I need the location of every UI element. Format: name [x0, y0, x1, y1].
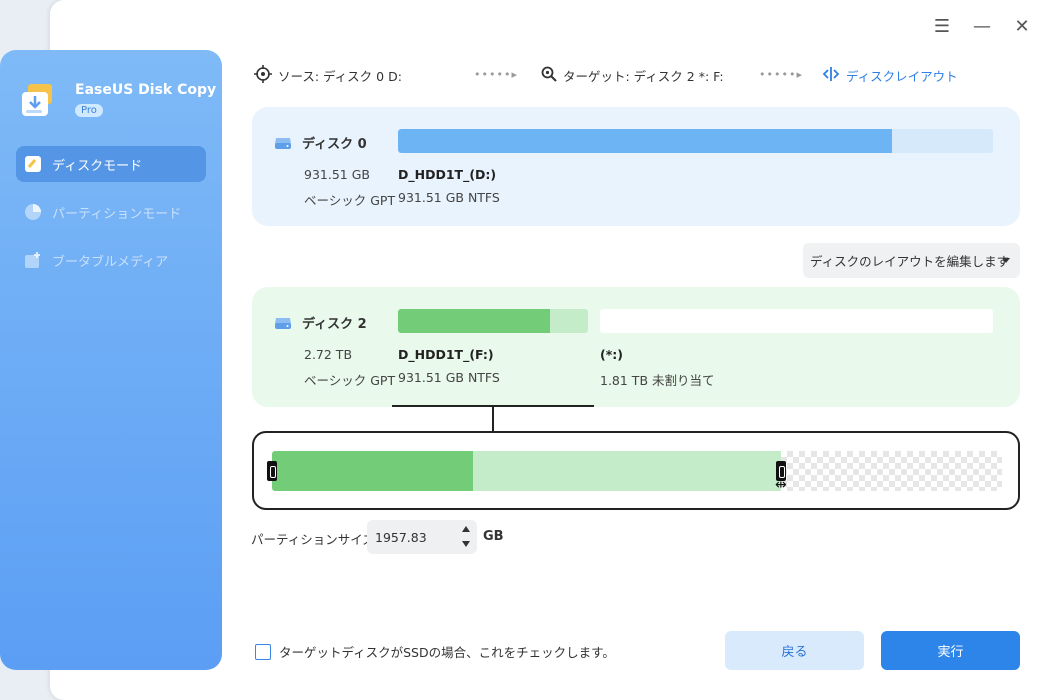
editor-unallocated-space [781, 451, 1002, 491]
ssd-option[interactable]: ターゲットディスクがSSDの場合、これをチェックします。 [255, 642, 615, 661]
source-partition-name: D_HDD1T_(D:) [398, 167, 497, 182]
layout-edit-dropdown-label: ディスクのレイアウトを編集します [810, 254, 1010, 269]
partition-resize-track[interactable]: ⇹ [267, 451, 1002, 493]
brand: EaseUS Disk Copy Pro [20, 82, 216, 120]
step-target-label: ターゲット: ディスク 2 *: F: [563, 68, 724, 84]
app-name: EaseUS Disk Copy [75, 82, 217, 98]
menu-icon[interactable]: ☰ [930, 14, 954, 38]
pro-badge: Pro [75, 104, 103, 117]
minimize-icon[interactable]: — [970, 14, 994, 38]
partition-size-unit: GB [483, 529, 504, 544]
search-target-icon [540, 65, 558, 86]
easeus-logo-icon [20, 82, 58, 120]
sidebar-item-label: パーティションモード [52, 206, 182, 222]
partition-resize-editor: ⇹ [252, 431, 1020, 510]
step-layout[interactable]: ディスクレイアウト [822, 64, 958, 86]
step-source: ソース: ディスク 0 D: [254, 64, 402, 86]
layout-edit-dropdown[interactable]: ディスクのレイアウトを編集します [803, 243, 1020, 278]
crosshair-icon [254, 64, 272, 86]
target-disk-size: 2.72 TB [304, 347, 353, 362]
stepper-up-icon[interactable] [462, 526, 470, 532]
target-partition-used [398, 309, 550, 333]
target-disk-name: ディスク 2 [302, 317, 367, 332]
selection-connector-stem [492, 406, 494, 432]
target-partition-name: D_HDD1T_(F:) [398, 347, 494, 362]
target-disk-type: ベーシック GPT [304, 373, 396, 388]
unallocated-name: (*:) [600, 347, 623, 362]
target-partition-detail: 931.51 GB NTFS [398, 370, 500, 385]
partition-size-stepper[interactable] [459, 524, 473, 550]
sidebar: EaseUS Disk Copy Pro ディスクモード パーティションモード … [0, 50, 222, 670]
sidebar-item-partition-mode[interactable]: パーティションモード [16, 194, 206, 230]
step-bar: ソース: ディスク 0 D: •••••▸ ターゲット: ディスク 2 *: F… [254, 64, 974, 88]
source-disk-type: ベーシック GPT [304, 193, 396, 208]
resize-handle-left[interactable] [267, 461, 277, 481]
pie-icon [24, 203, 42, 221]
source-disk-title: ディスク 0 [274, 133, 367, 152]
step-separator: •••••▸ [474, 68, 518, 81]
hard-drive-icon [274, 316, 292, 330]
ssd-checkbox[interactable] [255, 643, 271, 660]
source-partition-detail: 931.51 GB NTFS [398, 190, 500, 205]
sidebar-item-bootable-media[interactable]: ブータブルメディア [16, 242, 206, 278]
resize-cursor-icon: ⇹ [775, 477, 787, 493]
step-target: ターゲット: ディスク 2 *: F: [540, 64, 724, 86]
editor-partition-used [272, 451, 473, 491]
disk-mode-icon [24, 155, 42, 173]
stepper-down-icon[interactable] [462, 541, 470, 547]
sidebar-item-label: ブータブルメディア [52, 254, 169, 270]
target-partition-bar[interactable] [398, 309, 588, 333]
source-partition-used [398, 129, 892, 153]
target-disk-card: ディスク 2 2.72 TB ベーシック GPT D_HDD1T_(F:) 93… [252, 287, 1020, 407]
bootable-media-icon [24, 251, 42, 269]
sidebar-item-label: ディスクモード [52, 158, 143, 174]
source-disk-size: 931.51 GB [304, 167, 370, 182]
target-disk-title: ディスク 2 [274, 313, 367, 332]
unallocated-bar[interactable] [600, 309, 993, 333]
close-icon[interactable]: ✕ [1010, 14, 1034, 38]
source-disk-card: ディスク 0 931.51 GB ベーシック GPT D_HDD1T_(D:) … [252, 107, 1020, 226]
hard-drive-icon [274, 136, 292, 150]
run-button[interactable]: 実行 [881, 631, 1020, 670]
source-disk-name: ディスク 0 [302, 137, 367, 152]
step-separator: •••••▸ [759, 68, 803, 81]
caret-down-icon [1002, 258, 1010, 263]
partition-size-row: パーティションサイズ GB [251, 520, 551, 554]
step-source-label: ソース: ディスク 0 D: [278, 68, 402, 84]
layout-split-icon [822, 65, 840, 86]
step-layout-label: ディスクレイアウト [846, 68, 958, 84]
source-partition-bar[interactable] [398, 129, 993, 153]
ssd-option-label: ターゲットディスクがSSDの場合、これをチェックします。 [279, 645, 615, 660]
editor-partition-free [473, 451, 781, 491]
back-button[interactable]: 戻る [725, 631, 864, 670]
sidebar-item-disk-mode[interactable]: ディスクモード [16, 146, 206, 182]
partition-size-label: パーティションサイズ [251, 532, 375, 547]
unallocated-detail: 1.81 TB 未割り当て [600, 373, 715, 388]
